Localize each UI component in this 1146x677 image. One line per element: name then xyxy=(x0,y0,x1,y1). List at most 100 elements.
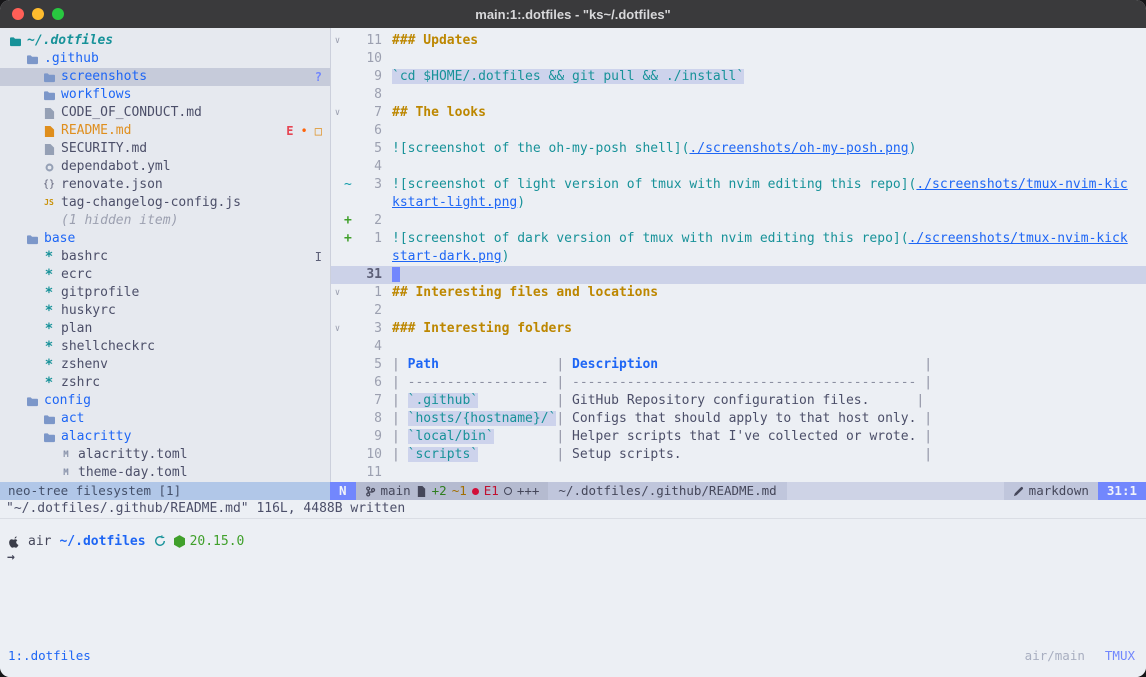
tree-item-label: bashrc xyxy=(61,248,108,266)
editor-line[interactable]: 31 xyxy=(331,266,1146,284)
braces-icon: {} xyxy=(42,176,56,194)
line-number: 1 xyxy=(356,284,382,302)
tree-item[interactable]: *shellcheckrc xyxy=(0,338,330,356)
fold-column xyxy=(331,68,344,86)
tree-item-label: ecrc xyxy=(61,266,92,284)
editor-line[interactable]: ∨11### Updates xyxy=(331,32,1146,50)
fold-open-icon[interactable]: ∨ xyxy=(331,32,344,50)
markdown-link[interactable]: ./screenshots/tmux-nvim-kic xyxy=(916,177,1127,192)
line-text: | `local/bin` | Helper scripts that I've… xyxy=(392,428,932,446)
star-icon: * xyxy=(42,338,56,356)
editor-line[interactable]: 6| ------------------ | ----------------… xyxy=(331,374,1146,392)
fold-column xyxy=(331,428,344,446)
editor-line[interactable]: kstart-light.png) xyxy=(331,194,1146,212)
editor-line[interactable]: 2 xyxy=(331,302,1146,320)
tree-item[interactable]: screenshots? xyxy=(0,68,330,86)
neo-tree-panel[interactable]: ~/.dotfiles.githubscreenshots?workflowsC… xyxy=(0,28,331,482)
markdown-link[interactable]: start-dark.png xyxy=(392,249,502,264)
tree-item[interactable]: workflows xyxy=(0,86,330,104)
tree-item[interactable]: act xyxy=(0,410,330,428)
git-branch-label: main xyxy=(381,482,411,500)
editor-line[interactable]: 5![screenshot of the oh-my-posh shell](.… xyxy=(331,140,1146,158)
editor-line[interactable]: +2 xyxy=(331,212,1146,230)
editor-line[interactable]: start-dark.png) xyxy=(331,248,1146,266)
fold-column xyxy=(331,266,344,284)
editor-line[interactable]: 9`cd $HOME/.dotfiles && git pull && ./in… xyxy=(331,68,1146,86)
fold-open-icon[interactable]: ∨ xyxy=(331,104,344,122)
tree-item[interactable]: ~/.dotfiles xyxy=(0,32,330,50)
fullscreen-button[interactable] xyxy=(52,8,64,20)
close-button[interactable] xyxy=(12,8,24,20)
editor-line[interactable]: ∨3### Interesting folders xyxy=(331,320,1146,338)
editor-line[interactable]: 4 xyxy=(331,338,1146,356)
tree-item[interactable]: *ecrc xyxy=(0,266,330,284)
text-segment: `cd $HOME/.dotfiles && git pull && ./ins… xyxy=(392,69,744,84)
tree-item[interactable]: *plan xyxy=(0,320,330,338)
tree-item-label: SECURITY.md xyxy=(61,140,147,158)
text-segment: ![screenshot of the oh-my-posh shell]( xyxy=(392,141,689,156)
editor-line[interactable]: 9| `local/bin` | Helper scripts that I'v… xyxy=(331,428,1146,446)
editor-line[interactable]: ~3![screenshot of light version of tmux … xyxy=(331,176,1146,194)
line-text: ![screenshot of light version of tmux wi… xyxy=(392,176,1128,194)
editor-line[interactable]: 4 xyxy=(331,158,1146,176)
line-number: 2 xyxy=(356,302,382,320)
editor-line[interactable]: 8 xyxy=(331,86,1146,104)
markdown-link[interactable]: kstart-light.png xyxy=(392,195,517,210)
folder-icon xyxy=(8,36,22,47)
tree-item[interactable]: *zshenv xyxy=(0,356,330,374)
tree-item[interactable]: SECURITY.md xyxy=(0,140,330,158)
editor-line[interactable]: +1![screenshot of dark version of tmux w… xyxy=(331,230,1146,248)
shell-pane[interactable]: air ~/.dotfiles 20.15.0 → 1:.dotfiles ai… xyxy=(0,518,1146,677)
traffic-lights xyxy=(12,0,64,28)
tree-item[interactable]: base xyxy=(0,230,330,248)
git-added-sign: + xyxy=(344,212,356,230)
line-text: ### Interesting folders xyxy=(392,320,572,338)
editor-line[interactable]: 10| `scripts` | Setup scripts. | xyxy=(331,446,1146,464)
tree-item[interactable]: Malacritty.toml xyxy=(0,446,330,464)
tree-item-label: (1 hidden item) xyxy=(61,212,178,230)
fold-column xyxy=(331,248,344,266)
tree-item[interactable]: JStag-changelog-config.js xyxy=(0,194,330,212)
tree-item-badges: I xyxy=(315,248,322,266)
text-segment: | xyxy=(924,357,932,372)
tree-item[interactable]: alacritty xyxy=(0,428,330,446)
tree-item[interactable]: *huskyrc xyxy=(0,302,330,320)
editor-line[interactable]: 8| `hosts/{hostname}/`| Configs that sho… xyxy=(331,410,1146,428)
folder-icon xyxy=(42,90,56,101)
text-segment: | xyxy=(392,393,408,408)
editor-line[interactable]: 10 xyxy=(331,50,1146,68)
folder-icon xyxy=(42,432,56,443)
tree-item[interactable]: *gitprofile xyxy=(0,284,330,302)
editor-line[interactable]: 11 xyxy=(331,464,1146,482)
editor-line[interactable]: ∨1## Interesting files and locations xyxy=(331,284,1146,302)
tree-item[interactable]: dependabot.yml xyxy=(0,158,330,176)
titlebar[interactable]: main:1:.dotfiles - "ks~/.dotfiles" xyxy=(0,0,1146,28)
tree-item[interactable]: .github xyxy=(0,50,330,68)
minimize-button[interactable] xyxy=(32,8,44,20)
editor-line[interactable]: ∨7## The looks xyxy=(331,104,1146,122)
tree-item[interactable]: Mtheme-day.toml xyxy=(0,464,330,482)
prompt-arrow[interactable]: → xyxy=(0,550,1146,568)
editor-line[interactable]: 7| `.github` | GitHub Repository configu… xyxy=(331,392,1146,410)
tree-item[interactable]: config xyxy=(0,392,330,410)
editor-pane[interactable]: ∨11### Updates109`cd $HOME/.dotfiles && … xyxy=(331,28,1146,482)
fold-open-icon[interactable]: ∨ xyxy=(331,284,344,302)
line-number: 5 xyxy=(356,356,382,374)
editor-line[interactable]: 6 xyxy=(331,122,1146,140)
tmux-session-tab[interactable]: 1:.dotfiles xyxy=(8,648,91,663)
line-number: 1 xyxy=(356,230,382,248)
tree-item[interactable]: CODE_OF_CONDUCT.md xyxy=(0,104,330,122)
markdown-link[interactable]: ./screenshots/oh-my-posh.png xyxy=(689,141,908,156)
tree-item[interactable]: *bashrcI xyxy=(0,248,330,266)
tree-item[interactable]: (1 hidden item) xyxy=(0,212,330,230)
fold-column xyxy=(331,212,344,230)
tree-item[interactable]: {}renovate.json xyxy=(0,176,330,194)
status-badge: E xyxy=(286,122,293,140)
tree-item[interactable]: *zshrc xyxy=(0,374,330,392)
fold-open-icon[interactable]: ∨ xyxy=(331,320,344,338)
text-segment xyxy=(494,429,557,444)
tree-item[interactable]: README.mdE•□ xyxy=(0,122,330,140)
editor-line[interactable]: 5| Path | Description | xyxy=(331,356,1146,374)
tree-item-label: alacritty.toml xyxy=(78,446,188,464)
markdown-link[interactable]: ./screenshots/tmux-nvim-kick xyxy=(909,231,1128,246)
